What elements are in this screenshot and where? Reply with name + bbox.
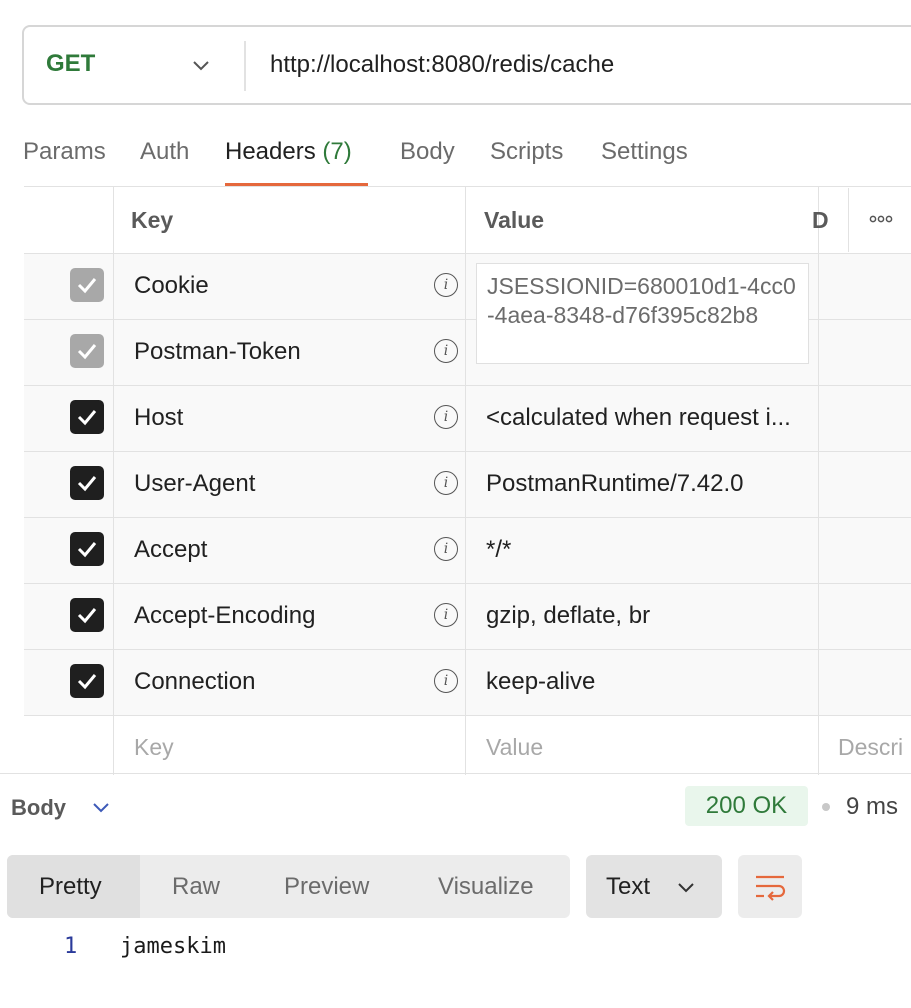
info-icon[interactable]: i xyxy=(434,471,458,495)
table-row: User-Agent i PostmanRuntime/7.42.0 xyxy=(24,452,911,518)
table-row: Connection i keep-alive xyxy=(24,650,911,716)
header-key[interactable]: Cookie xyxy=(134,272,209,300)
info-icon[interactable]: i xyxy=(434,339,458,363)
header-key[interactable]: Accept xyxy=(134,536,207,564)
row-checkbox[interactable] xyxy=(70,268,104,302)
header-key[interactable]: Connection xyxy=(134,668,255,696)
tab-scripts[interactable]: Scripts xyxy=(490,138,563,166)
header-key[interactable]: Host xyxy=(134,404,183,432)
tab-headers[interactable]: Headers (7) xyxy=(225,138,352,166)
chevron-down-icon[interactable] xyxy=(190,55,212,77)
new-header-row: Key Value Descri xyxy=(24,716,911,774)
info-icon[interactable]: i xyxy=(434,603,458,627)
header-value[interactable]: PostmanRuntime/7.42.0 xyxy=(486,470,743,498)
tab-settings[interactable]: Settings xyxy=(601,138,688,166)
wrap-lines-icon[interactable] xyxy=(752,870,788,904)
column-divider xyxy=(113,187,114,775)
response-body-text[interactable]: jameskim xyxy=(120,934,226,959)
response-time[interactable]: 9 ms xyxy=(846,793,898,821)
view-tab-preview[interactable]: Preview xyxy=(284,873,369,901)
format-select-label[interactable]: Text xyxy=(606,873,650,901)
chevron-down-icon[interactable] xyxy=(90,797,112,819)
table-row: Host i <calculated when request i... xyxy=(24,386,911,452)
headers-count: (7) xyxy=(322,138,352,165)
header-value[interactable]: <calculated when request i... xyxy=(486,404,791,432)
separator-dot xyxy=(822,803,830,811)
view-tab-pretty[interactable]: Pretty xyxy=(39,873,102,901)
row-checkbox[interactable] xyxy=(70,466,104,500)
row-checkbox[interactable] xyxy=(70,664,104,698)
header-key[interactable]: Postman-Token xyxy=(134,338,301,366)
row-checkbox[interactable] xyxy=(70,532,104,566)
info-icon[interactable]: i xyxy=(434,405,458,429)
pane-divider[interactable] xyxy=(0,773,911,774)
column-divider xyxy=(818,187,819,775)
header-key[interactable]: Accept-Encoding xyxy=(134,602,315,630)
column-key-header: Key xyxy=(131,207,174,233)
method-select[interactable]: GET xyxy=(46,50,95,78)
info-icon[interactable]: i xyxy=(434,669,458,693)
more-horizontal-icon[interactable] xyxy=(869,214,893,224)
cookie-value-popover: JSESSIONID=680010d1-4cc0-4aea-8348-d76f3… xyxy=(476,263,809,364)
column-divider xyxy=(465,187,466,775)
tab-body[interactable]: Body xyxy=(400,138,455,166)
column-value-header: Value xyxy=(484,207,545,233)
response-body-label[interactable]: Body xyxy=(11,795,66,821)
header-value[interactable]: keep-alive xyxy=(486,668,595,696)
info-icon[interactable]: i xyxy=(434,537,458,561)
new-description-input[interactable]: Descri xyxy=(838,734,903,761)
url-input[interactable]: http://localhost:8080/redis/cache xyxy=(270,51,614,79)
new-key-input[interactable]: Key xyxy=(134,734,174,761)
url-divider xyxy=(244,41,246,91)
view-tab-visualize[interactable]: Visualize xyxy=(438,873,534,901)
view-tab-raw[interactable]: Raw xyxy=(172,873,220,901)
new-value-input[interactable]: Value xyxy=(486,734,543,761)
tab-headers-label: Headers xyxy=(225,138,316,165)
line-number: 1 xyxy=(64,934,78,959)
request-url-bar: GET http://localhost:8080/redis/cache xyxy=(22,25,911,105)
chevron-down-icon[interactable] xyxy=(675,877,697,899)
table-row: Accept i */* xyxy=(24,518,911,584)
row-checkbox[interactable] xyxy=(70,598,104,632)
tab-auth[interactable]: Auth xyxy=(140,138,189,166)
header-key[interactable]: User-Agent xyxy=(134,470,255,498)
table-row: Accept-Encoding i gzip, deflate, br xyxy=(24,584,911,650)
row-checkbox[interactable] xyxy=(70,334,104,368)
tab-params[interactable]: Params xyxy=(23,138,106,166)
table-header-row: Key Value xyxy=(24,187,911,254)
header-value[interactable]: gzip, deflate, br xyxy=(486,602,650,630)
row-checkbox[interactable] xyxy=(70,400,104,434)
header-value[interactable]: */* xyxy=(486,536,511,564)
info-icon[interactable]: i xyxy=(434,273,458,297)
column-description-header: D xyxy=(812,207,829,233)
status-badge[interactable]: 200 OK xyxy=(685,786,808,826)
